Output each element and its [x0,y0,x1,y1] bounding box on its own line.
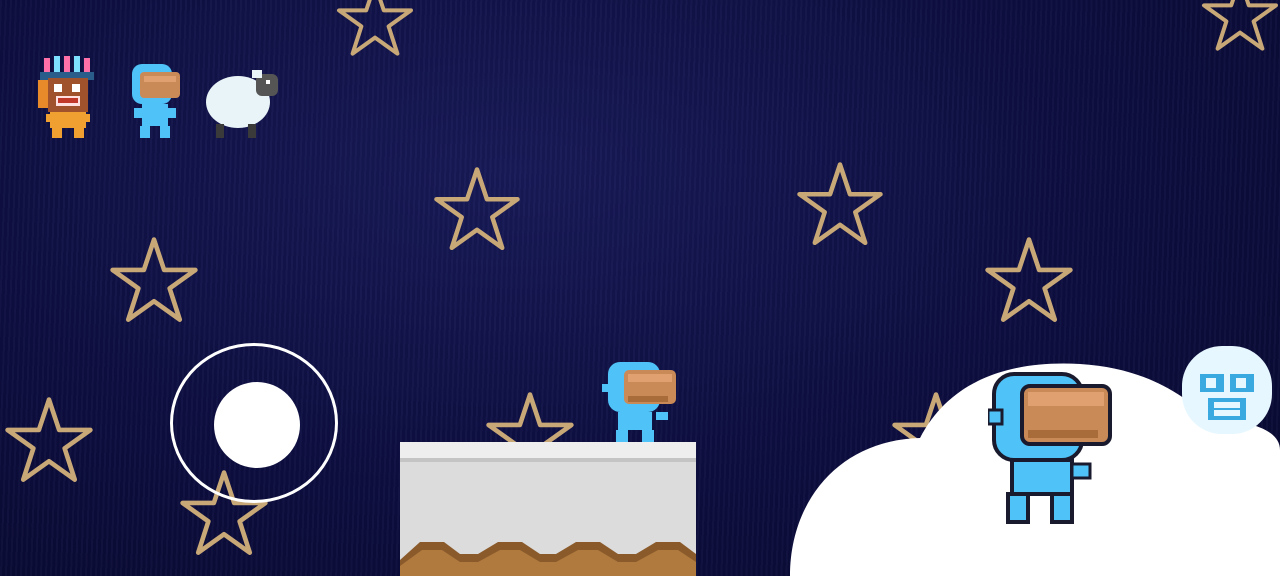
astronaut-character-icon[interactable] [124,56,184,140]
player-astronaut [602,362,676,442]
star-icon [5,397,93,482]
virtual-joystick[interactable] [170,343,338,503]
star-icon [1202,0,1278,51]
star-icon [110,237,198,322]
ghost-character [1182,346,1272,434]
stone-platform [400,442,696,576]
joystick-knob[interactable] [214,382,300,468]
star-icon [337,0,413,56]
star-icon [434,167,520,251]
selected-astronaut-preview [988,372,1112,524]
character-selector [36,56,286,146]
star-icon [797,162,883,246]
star-icon [985,237,1073,322]
game-scene[interactable] [0,0,1280,576]
sheep-character-icon[interactable] [204,56,282,140]
tribal-mask-character-icon[interactable] [36,56,98,140]
